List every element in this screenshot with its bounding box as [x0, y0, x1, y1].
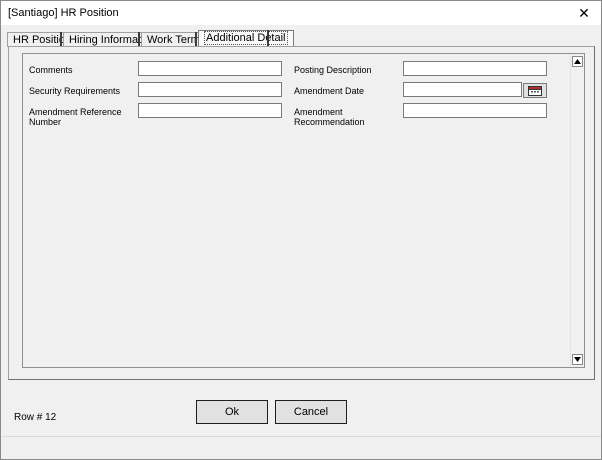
tab-divider	[60, 32, 62, 47]
ok-button[interactable]: Ok	[196, 400, 268, 424]
label-line: Amendment Reference	[29, 107, 122, 117]
close-icon: ✕	[578, 4, 590, 21]
tab-divider	[267, 30, 269, 47]
comments-field[interactable]	[138, 61, 282, 76]
comments-label: Comments	[29, 65, 73, 75]
amendment-reference-number-field[interactable]	[138, 103, 282, 118]
cancel-button-label: Cancel	[293, 406, 329, 418]
security-requirements-field[interactable]	[138, 82, 282, 97]
title-bar: [Santiago] HR Position ✕	[1, 1, 601, 25]
date-picker-button[interactable]	[523, 83, 547, 98]
cancel-button[interactable]: Cancel	[275, 400, 347, 424]
security-requirements-label: Security Requirements	[29, 86, 121, 96]
tab-label: Additional Detail	[204, 31, 288, 45]
label-line: Recommendation	[294, 117, 365, 127]
close-button[interactable]: ✕	[567, 1, 601, 25]
additional-detail-panel	[22, 53, 585, 368]
posting-description-field[interactable]	[403, 61, 547, 76]
status-divider	[1, 436, 601, 437]
label-line: Number	[29, 117, 62, 127]
triangle-down-icon	[574, 357, 581, 362]
scroll-down-button[interactable]	[572, 354, 583, 365]
vertical-scrollbar[interactable]	[570, 54, 584, 367]
window-title: [Santiago] HR Position	[8, 7, 119, 19]
scroll-up-button[interactable]	[572, 56, 583, 67]
amendment-reference-number-label: Amendment Reference Number	[29, 107, 122, 127]
tab-divider	[138, 32, 140, 47]
amendment-date-field[interactable]	[403, 82, 522, 97]
amendment-recommendation-field[interactable]	[403, 103, 547, 118]
ok-button-label: Ok	[224, 406, 240, 418]
row-count-label: Row # 12	[14, 412, 57, 423]
label-line: Amendment	[294, 107, 343, 117]
triangle-up-icon	[574, 59, 581, 64]
calendar-icon	[528, 85, 542, 96]
amendment-recommendation-label: Amendment Recommendation	[294, 107, 365, 127]
hr-position-dialog: [Santiago] HR Position ✕ HR Position Hir…	[0, 0, 602, 460]
posting-description-label: Posting Description	[294, 65, 372, 75]
amendment-date-label: Amendment Date	[294, 86, 365, 96]
tab-divider	[195, 32, 197, 47]
tab-additional-detail[interactable]: Additional Detail	[198, 30, 294, 47]
